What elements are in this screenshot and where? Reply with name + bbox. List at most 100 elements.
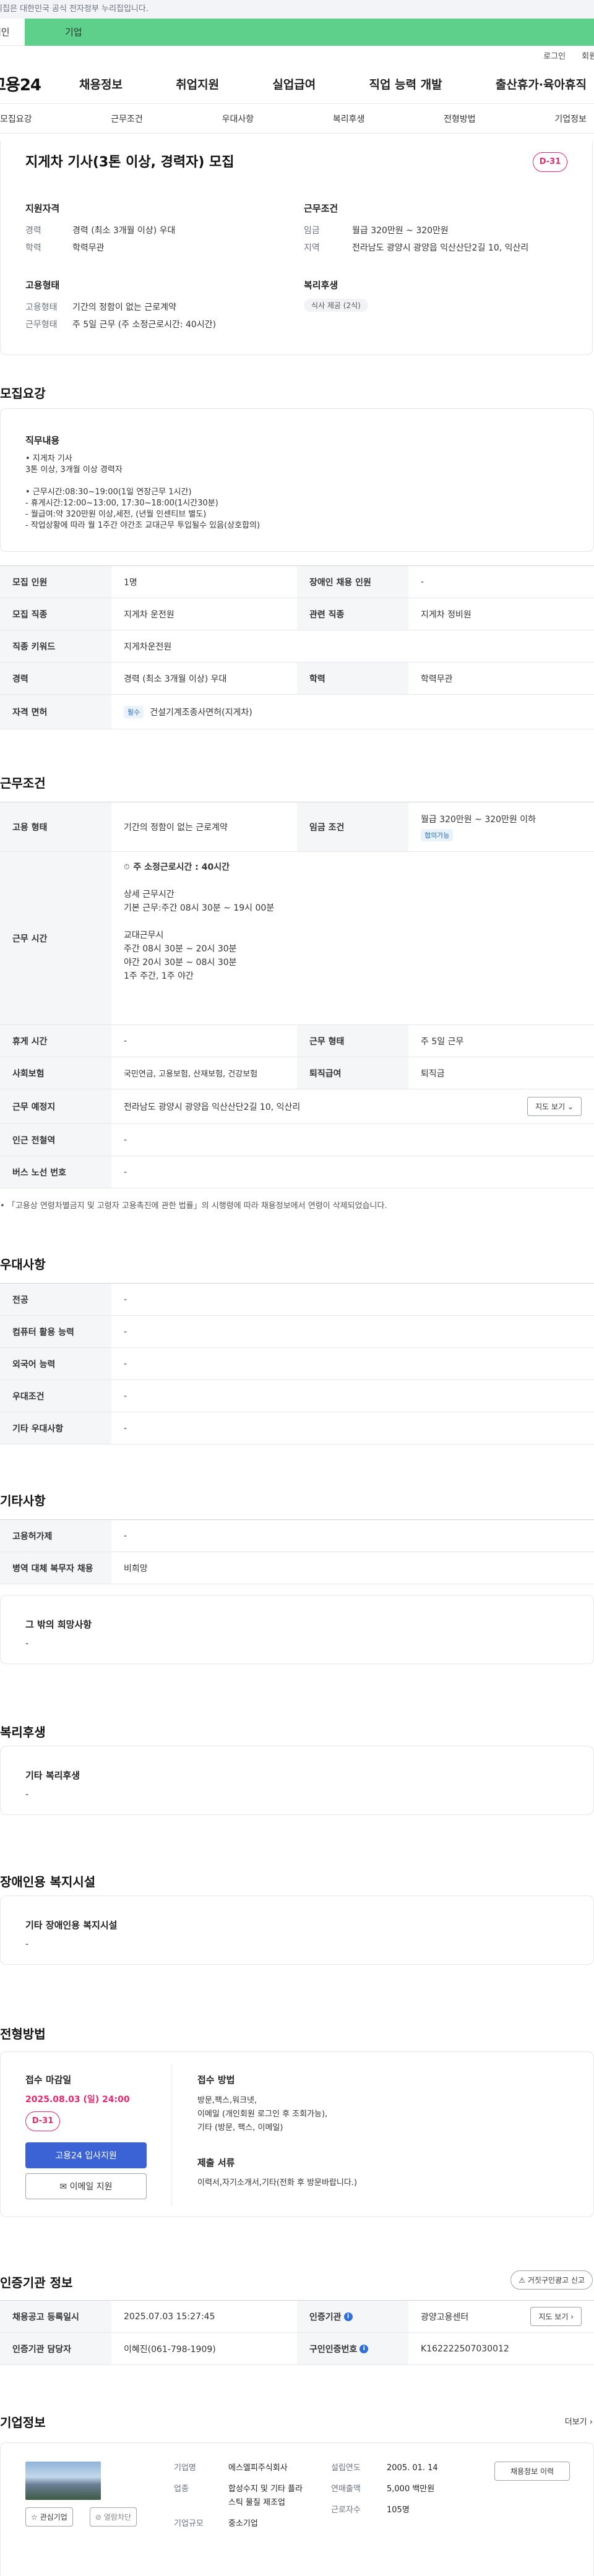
table-row: 고용 형태 기간의 정함이 없는 근로계약 임금 조건 월급 320만원 ~ 3…	[0, 802, 594, 852]
table-row: 직종 키워드 지게차운전원	[0, 630, 594, 663]
other-table: 고용허가제 - 병역 대체 복무자 채용 비희망	[0, 1519, 594, 1584]
docs-value: 이력서,자기소개서,기타(전화 후 방문바랍니다.)	[197, 2178, 358, 2187]
company-more-link[interactable]: 더보기 ›	[565, 2415, 593, 2427]
section-nav: 모집요강 근무조건 우대사항 복리후생 전형방법 기업정보	[0, 104, 594, 134]
dday-badge: D-31	[533, 152, 567, 172]
preference-section-title: 우대사항	[0, 1257, 46, 1272]
company-info-left: 기업명 에스엘피주식회사 업종 합성수지 및 기타 플라스틱 물질 제조업 기업규모…	[174, 2463, 303, 2528]
site-logo[interactable]: 고용24	[0, 72, 79, 95]
apply-button[interactable]: 고용24 입사지원	[25, 2142, 147, 2168]
education-row: 학력 학력무관	[25, 243, 105, 253]
company-photo	[25, 2462, 101, 2500]
other-extra-heading: 그 밖의 희망사항	[25, 1619, 92, 1630]
table-row: 자격 면허 필수 건설기계조종사면허(지게차)	[0, 695, 594, 729]
subnav-conditions[interactable]: 근무조건	[111, 113, 143, 125]
hours-line: 교대근무시	[124, 930, 164, 940]
subnav-preference[interactable]: 우대사항	[222, 113, 254, 125]
map-view-button[interactable]: 지도 보기 ⌄	[527, 1097, 582, 1116]
alarm-icon: ⚠	[519, 2276, 526, 2285]
method-line: 방문,팩스,워크넷,	[197, 2096, 257, 2105]
location-row: 지역 전라남도 광양시 광양읍 익산산단2길 10, 익산리	[304, 243, 529, 253]
gnb-item-parental-leave[interactable]: 출산휴가·육아휴직	[496, 75, 587, 92]
process-box: 접수 마감일 2025.08.03 (일) 24:00 D-31 고용24 입사…	[0, 2051, 594, 2217]
info-icon[interactable]: i	[359, 2344, 369, 2353]
duty-box: 직무내용 • 지게차 기사 3톤 이상, 3개월 이상 경력자 • 근무시간:08…	[0, 408, 594, 552]
block-view-button[interactable]: ⊘ 열람차단	[90, 2507, 137, 2527]
cert-section-title: 인증기관 정보	[0, 2275, 73, 2290]
table-row: 인증기관 담당자 이혜진(061-798-1909) 구인인증번호 i K1622…	[0, 2333, 594, 2365]
job-title: 지게차 기사(3톤 이상, 경력자) 모집	[25, 155, 235, 170]
gnb-item-unemployment-benefit[interactable]: 실업급여	[272, 75, 316, 92]
subnav-welfare[interactable]: 복리후생	[333, 113, 365, 125]
table-row: 전공 -	[0, 1284, 594, 1316]
method-line: 이메일 (개인회원 로그인 후 조회가능),	[197, 2110, 328, 2119]
employment-heading: 고용형태	[25, 280, 60, 291]
welfare-summary-heading: 복리후생	[304, 280, 338, 291]
email-apply-button[interactable]: ✉ 이메일 지원	[25, 2173, 147, 2199]
disability-heading: 기타 장애인용 복지시설	[25, 1920, 118, 1931]
company-info-right: 설립연도 2005. 01. 14 연매출액 5,000 백만원 근로자수 105명	[331, 2463, 438, 2515]
gnb-item-vocational-training[interactable]: 직업 능력 개발	[369, 75, 442, 92]
recruit-section-title: 모집요강	[0, 386, 46, 401]
table-row: 근무 예정지 전라남도 광양시 광양읍 익산산단2길 10, 익산리 지도 보기…	[0, 1089, 594, 1124]
hours-detail: 상세 근무시간 기본 근무:주간 08시 30분 ~ 19시 00분 교대근무시 주…	[124, 888, 274, 983]
other-extra-box: 그 밖의 희망사항 -	[0, 1595, 594, 1664]
duty-line: • 지게차 기사	[25, 454, 72, 463]
duty-line: - 휴게시간:12:00~13:00, 17:30~18:00(1시간30분)	[25, 499, 218, 508]
disability-box: 기타 장애인용 복지시설 -	[0, 1896, 594, 1965]
process-section-title: 전형방법	[0, 2027, 46, 2041]
company-card: ☆ 관심기업 ⊘ 열람차단 기업명 에스엘피주식회사 업종 합성수지 및 기타 플라…	[0, 2442, 594, 2576]
cert-table: 채용공고 등록일시 2025.07.03 15:27:45 인증기관 i 광양고용…	[0, 2300, 594, 2365]
qualification-block: 지원자격 경력 경력 (최소 3개월 이상) 우대 학력 학력무관	[25, 202, 175, 254]
login-link[interactable]: 로그인	[543, 49, 566, 61]
info-icon[interactable]: i	[343, 2312, 353, 2321]
docs-heading: 제출 서류	[197, 2157, 235, 2168]
age-note: • 「고용상 연령차별금지 및 고령자 고용촉진에 관한 법률」의 시행령에 따…	[0, 1201, 387, 1211]
report-fake-ad-button[interactable]: ⚠ 거짓구인광고 신고	[510, 2270, 593, 2290]
star-icon: ☆	[31, 2513, 38, 2522]
required-pill: 필수	[124, 705, 144, 718]
subnav-company[interactable]: 기업정보	[554, 113, 587, 125]
cert-map-button[interactable]: 지도 보기 ›	[530, 2307, 582, 2326]
qualification-heading: 지원자격	[25, 203, 60, 214]
job-summary-card: 지게차 기사(3톤 이상, 경력자) 모집 D-31 지원자격 경력 경력 (최소…	[0, 141, 593, 355]
method-line: 기타 (방문, 팩스, 이메일)	[197, 2123, 283, 2132]
subnav-recruit[interactable]: 모집요강	[0, 113, 32, 125]
duty-heading: 직무내용	[25, 435, 60, 446]
duty-line: - 월급여:약 320만원 이상,세전, (년월 인센티브 별도)	[25, 510, 207, 519]
subnav-process[interactable]: 전형방법	[444, 113, 476, 125]
tab-personal[interactable]: 개인	[0, 19, 25, 46]
table-row: 사회보험 국민연금, 고용보험, 산재보험, 건강보험 퇴직급여 퇴직금	[0, 1057, 594, 1089]
gnb-item-employment-support[interactable]: 취업지원	[176, 75, 219, 92]
method-value: 방문,팩스,워크넷, 이메일 (개인회원 로그인 후 조회가능), 기타 (방문, …	[197, 2094, 327, 2135]
duty-content: • 지게차 기사 3톤 이상, 3개월 이상 경력자 • 근무시간:08:30~1…	[25, 453, 260, 531]
work-condition-block: 근무조건 임금 월급 320만원 ~ 320만원 지역 전라남도 광양시 광양읍 익…	[304, 202, 528, 254]
signup-link[interactable]: 회원가입	[582, 49, 594, 61]
table-row: 경력 경력 (최소 3개월 이상) 우대 학력 학력무관	[0, 663, 594, 695]
other-section-title: 기타사항	[0, 1493, 46, 1508]
gov-banner: 이 누리집은 대한민국 공식 전자정부 누리집입니다.	[0, 0, 594, 19]
process-dday-badge: D-31	[25, 2111, 60, 2131]
process-divider	[171, 2064, 172, 2205]
global-nav: 고용24 채용정보 취업지원 실업급여 직업 능력 개발 출산휴가·육아휴직	[0, 64, 594, 104]
hours-line: 1주 주간, 1주 야간	[124, 971, 194, 981]
audience-tabs: 개인 기업	[0, 19, 594, 46]
table-row: 기타 우대사항 -	[0, 1412, 594, 1445]
duty-line: • 근무시간:08:30~19:00(1일 연장근무 1시간)	[25, 487, 192, 497]
favorite-company-button[interactable]: ☆ 관심기업	[25, 2507, 73, 2527]
employment-block: 고용형태 고용형태 기간의 정함이 없는 근로계약 근무형태 주 5일 근무 (주 …	[25, 278, 216, 331]
preference-table: 전공 - 컴퓨터 활용 능력 - 외국어 능력 - 우대조건 - 기타 우대사항 -	[0, 1283, 594, 1445]
welfare-box: 기타 복리후생 -	[0, 1746, 594, 1815]
hours-line: 기본 근무:주간 08시 30분 ~ 19시 00분	[124, 903, 275, 913]
conditions-table: 고용 형태 기간의 정함이 없는 근로계약 임금 조건 월급 320만원 ~ 3…	[0, 802, 594, 1188]
job-history-button[interactable]: 채용정보 이력	[494, 2462, 570, 2481]
deadline-heading: 접수 마감일	[25, 2074, 72, 2085]
table-row: 인근 전철역 -	[0, 1124, 594, 1156]
table-row: 모집 직종 지게차 운전원 관련 직종 지게차 정비원	[0, 598, 594, 630]
gnb-item-jobs[interactable]: 채용정보	[79, 75, 123, 92]
conditions-section-title: 근무조건	[0, 776, 46, 791]
welfare-heading: 기타 복리후생	[25, 1770, 80, 1781]
tab-company[interactable]: 기업	[25, 19, 594, 46]
deadline-value: 2025.08.03 (일) 24:00	[25, 2095, 130, 2105]
welfare-section-title: 복리후생	[0, 1725, 46, 1740]
